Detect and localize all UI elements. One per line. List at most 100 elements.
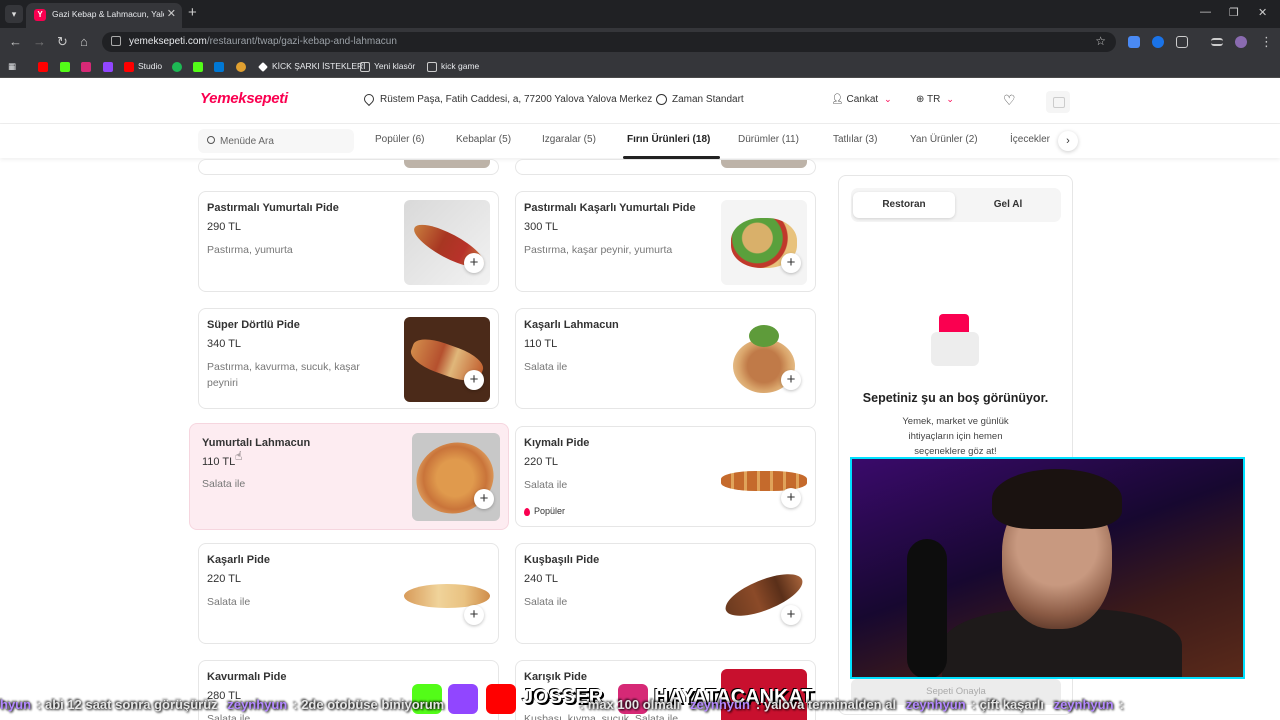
item-price: 220 TL (207, 573, 242, 585)
chat-ticker: hyun: abi 12 saat sonra görüşürüz zeynhy… (0, 697, 1280, 717)
browser-menu-icon[interactable]: ⋮ (1260, 34, 1273, 50)
tab-icecekler[interactable]: İçecekler (1010, 134, 1050, 145)
microphone-icon (907, 539, 947, 677)
bookmark-star-icon[interactable]: ☆ (1095, 34, 1106, 48)
home-icon[interactable]: ⌂ (80, 34, 88, 49)
add-to-cart-plus-icon[interactable]: + (781, 605, 801, 625)
category-nav: Popüler (6) Kebaplar (5) Izgaralar (5) F… (0, 124, 1280, 159)
item-name: Kaşarlı Pide (207, 554, 270, 566)
add-to-cart-plus-icon[interactable]: + (464, 370, 484, 390)
back-icon[interactable]: ← (9, 34, 22, 49)
menu-search[interactable] (198, 129, 354, 153)
bookmark-yeni-klasor[interactable]: Yeni klasör (360, 61, 415, 72)
tab-firin-urunleri[interactable]: Fırın Ürünleri (18) (622, 134, 721, 159)
tab-kebaplar[interactable]: Kebaplar (5) (456, 134, 511, 145)
url-field[interactable]: yemeksepeti.com/restaurant/twap/gazi-keb… (102, 32, 1116, 52)
forward-icon[interactable]: → (33, 34, 46, 49)
item-desc: Salata ile (524, 361, 568, 373)
item-price: 110 TL (202, 456, 236, 468)
kick-bookmark-icon[interactable] (193, 61, 207, 72)
delivery-time[interactable]: Zaman Standart (656, 94, 744, 105)
add-to-cart-plus-icon[interactable]: + (781, 488, 801, 508)
address-bar: ← → ↻ ⌂ yemeksepeti.com/restaurant/twap/… (0, 28, 1280, 56)
delivery-address[interactable]: Rüstem Paşa, Fatih Caddesi, a, 77200 Yal… (361, 92, 652, 107)
chat-message: : 2de otobüse biniyorum (293, 697, 445, 712)
menu-item-card-hovered[interactable]: Yumurtalı Lahmacun 110 TL Salata ile + ☝… (189, 423, 509, 530)
spotify-bookmark-icon[interactable] (172, 61, 186, 72)
delivery-option-restoran[interactable]: Restoran (853, 192, 955, 218)
add-to-cart-plus-icon[interactable]: + (464, 253, 484, 273)
outlook-bookmark-icon[interactable] (214, 61, 228, 72)
item-name: Kıymalı Pide (524, 437, 590, 449)
mouse-pointer-icon: ☝︎ (235, 449, 243, 463)
location-pin-icon (361, 92, 377, 107)
menu-item-card[interactable]: Kuşbaşılı Pide 240 TL Salata ile + (515, 543, 816, 644)
item-name: Süper Dörtlü Pide (207, 319, 300, 331)
tab-durumler[interactable]: Dürümler (11) (738, 134, 799, 145)
maximize-icon[interactable]: ❐ (1229, 6, 1239, 19)
bookmark-studio[interactable]: Studio (124, 61, 162, 72)
add-to-cart-plus-icon[interactable]: + (464, 605, 484, 625)
chat-message: : yalova terminalden al (755, 697, 897, 712)
menu-item-card[interactable] (515, 159, 816, 175)
yemeksepeti-logo[interactable]: Yemeksepeti (200, 90, 288, 107)
item-desc: Pastırma, yumurta (207, 244, 293, 256)
apps-grid-icon[interactable]: ▦ (8, 61, 16, 72)
tab-search-icon[interactable]: ▾ (5, 5, 23, 23)
cart-bag-icon[interactable] (1046, 91, 1070, 113)
empty-cart-title: Sepetiniz şu an boş görünüyor. (862, 391, 1049, 405)
menu-item-card[interactable]: Kıymalı Pide 220 TL Salata ile Popüler + (515, 426, 816, 527)
tab-yan-urunler[interactable]: Yan Ürünler (2) (910, 134, 978, 145)
chat-user: zeynhyun (1053, 697, 1114, 712)
browser-tab[interactable]: Y Gazi Kebap & Lahmacun, Yalova ✕ (26, 3, 182, 28)
webcam-overlay (850, 457, 1245, 679)
site-info-icon[interactable] (111, 36, 121, 46)
menu-item-card[interactable]: Pastırmalı Kaşarlı Yumurtalı Pide 300 TL… (515, 191, 816, 292)
extensions-puzzle-icon[interactable] (1176, 36, 1188, 48)
chevron-right-icon[interactable]: › (1058, 131, 1078, 151)
menu-item-card[interactable]: Pastırmalı Yumurtalı Pide 290 TL Pastırm… (198, 191, 499, 292)
favorites-heart-icon[interactable]: ♡ (1003, 92, 1016, 109)
bookmark-kick-sarki[interactable]: KİCK ŞARKI İSTEKLERİ (258, 61, 366, 72)
minimize-icon[interactable]: — (1200, 6, 1211, 18)
extension-icon[interactable] (1152, 36, 1164, 48)
add-to-cart-plus-icon[interactable]: + (781, 253, 801, 273)
chat-message: : max 100 olmalı (579, 697, 681, 712)
chat-user: zeynhyun (227, 697, 288, 712)
twitch-bookmark-icon[interactable] (103, 61, 117, 72)
user-icon: 👤︎ (831, 94, 847, 105)
youtube-bookmark-icon[interactable] (38, 61, 52, 72)
instagram-bookmark-icon[interactable] (81, 61, 95, 72)
chat-message: : çift kaşarlı (971, 697, 1044, 712)
user-menu[interactable]: 👤︎ Cankat ⌄ (831, 94, 892, 105)
new-tab-icon[interactable]: + (188, 4, 197, 21)
kick-bookmark-icon[interactable] (60, 61, 74, 72)
profile-avatar[interactable] (1235, 36, 1247, 48)
tab-populer[interactable]: Popüler (6) (375, 134, 424, 145)
menu-item-card[interactable] (198, 159, 499, 175)
url-path: /restaurant/twap/gazi-kebap-and-lahmacun (206, 36, 397, 47)
bookmark-kick-game[interactable]: kick game (427, 61, 479, 72)
menu-item-card[interactable]: Süper Dörtlü Pide 340 TL Pastırma, kavur… (198, 308, 499, 409)
tab-izgaralar[interactable]: Izgaralar (5) (542, 134, 596, 145)
window-close-icon[interactable]: ✕ (1258, 6, 1267, 19)
pickup-option-gel-al[interactable]: Gel Al (957, 192, 1059, 218)
chat-message: : abi 12 saat sonra görüşürüz (37, 697, 218, 712)
menu-item-card[interactable]: Kaşarlı Lahmacun 110 TL Salata ile + (515, 308, 816, 409)
language-selector[interactable]: ⊕ TR ⌄ (916, 94, 954, 105)
item-name: Kaşarlı Lahmacun (524, 319, 619, 331)
add-to-cart-plus-icon[interactable]: + (781, 370, 801, 390)
menu-item-card[interactable]: Kaşarlı Pide 220 TL Salata ile + (198, 543, 499, 644)
item-desc: Salata ile (524, 479, 568, 491)
extension-icon[interactable] (1128, 36, 1140, 48)
menu-search-input[interactable] (220, 133, 340, 149)
tab-close-icon[interactable]: ✕ (167, 7, 176, 20)
reload-icon[interactable]: ↻ (57, 34, 68, 50)
add-to-cart-plus-icon[interactable]: + (474, 489, 494, 509)
tab-tatlilar[interactable]: Tatlılar (3) (833, 134, 877, 145)
reading-list-icon[interactable] (1211, 38, 1223, 46)
chevron-down-icon: ⌄ (884, 94, 892, 104)
bookmark-icon[interactable] (236, 61, 250, 72)
item-name: Pastırmalı Kaşarlı Yumurtalı Pide (524, 202, 696, 214)
item-price: 240 TL (524, 573, 559, 585)
